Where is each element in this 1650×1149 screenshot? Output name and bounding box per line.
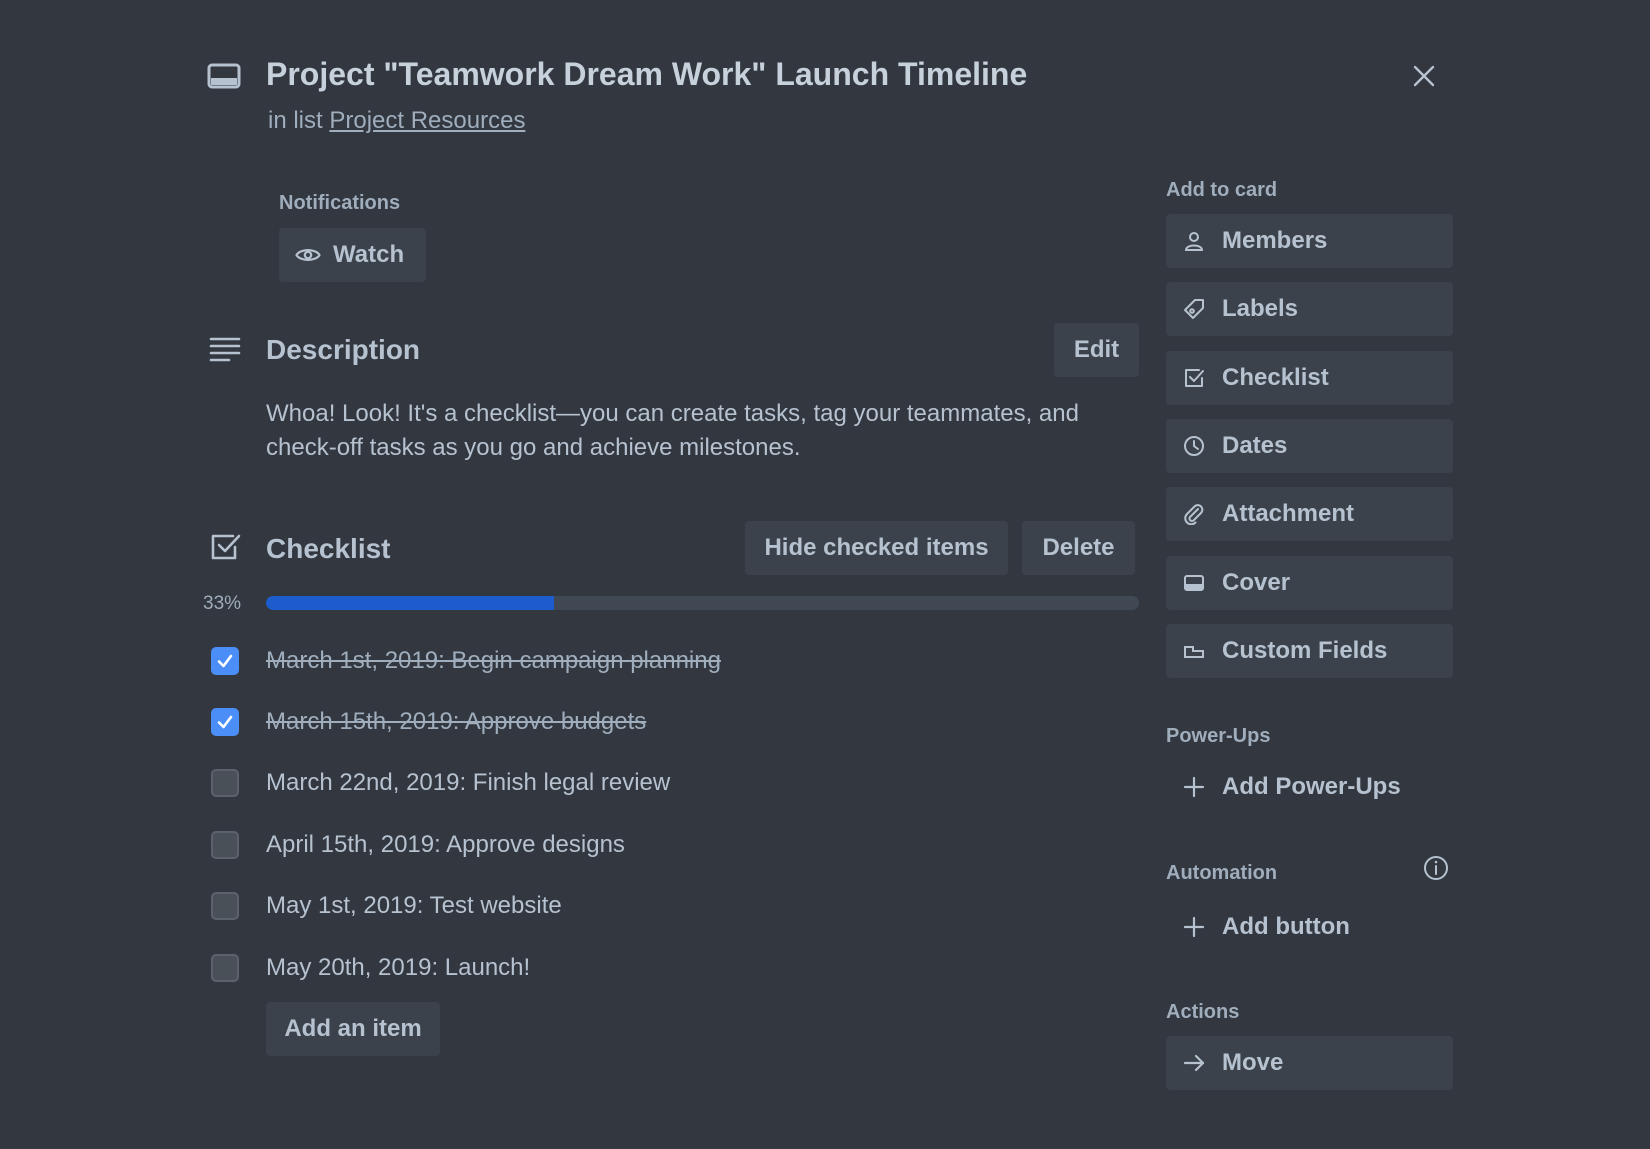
arrow-right-icon bbox=[1182, 1051, 1206, 1075]
checklist-item[interactable]: May 1st, 2019: Test website bbox=[211, 876, 1141, 937]
add-to-card-dates-button[interactable]: Dates bbox=[1166, 418, 1453, 473]
list-breadcrumb: in list Project Resources bbox=[268, 107, 525, 135]
add-to-card-label-text: Checklist bbox=[1222, 363, 1329, 391]
add-to-card-cover-button[interactable]: Cover bbox=[1166, 555, 1453, 610]
description-icon bbox=[209, 336, 243, 368]
description-text[interactable]: Whoa! Look! It's a checklist—you can cre… bbox=[266, 397, 1126, 465]
checklist-item-text[interactable]: May 1st, 2019: Test website bbox=[266, 892, 562, 920]
person-icon bbox=[1182, 229, 1206, 253]
close-button[interactable] bbox=[1406, 58, 1442, 94]
paperclip-icon bbox=[1182, 502, 1206, 526]
progress-percentage: 33% bbox=[203, 593, 242, 614]
checkbox[interactable] bbox=[211, 830, 239, 859]
checklist-item[interactable]: April 15th, 2019: Approve designs bbox=[211, 814, 1141, 875]
checkbox[interactable] bbox=[211, 892, 239, 921]
add-to-card-label-text: Attachment bbox=[1222, 500, 1355, 528]
plus-icon bbox=[1182, 915, 1206, 939]
checkbox[interactable] bbox=[211, 708, 239, 737]
add-power-ups-button[interactable]: Add Power-Ups bbox=[1166, 760, 1453, 814]
custom-field-icon bbox=[1182, 639, 1206, 663]
hide-checked-items-button[interactable]: Hide checked items bbox=[745, 521, 1008, 575]
add-button-label: Add button bbox=[1222, 913, 1350, 940]
add-item-button[interactable]: Add an item bbox=[266, 1002, 440, 1056]
close-icon bbox=[1413, 65, 1435, 87]
in-list-prefix: in list bbox=[268, 107, 323, 134]
checkbox[interactable] bbox=[211, 646, 239, 675]
checklist-items: March 1st, 2019: Begin campaign planning… bbox=[211, 630, 1141, 998]
automation-label: Automation bbox=[1166, 862, 1278, 884]
add-to-card-custom-fields-button[interactable]: Custom Fields bbox=[1166, 623, 1453, 678]
edit-description-button[interactable]: Edit bbox=[1054, 323, 1139, 377]
info-icon[interactable] bbox=[1421, 853, 1451, 883]
add-to-card-checklist-button[interactable]: Checklist bbox=[1166, 350, 1453, 405]
checklist-item[interactable]: March 15th, 2019: Approve budgets bbox=[211, 691, 1141, 752]
checklist-item[interactable]: March 1st, 2019: Begin campaign planning bbox=[211, 630, 1141, 691]
add-to-card-label-text: Cover bbox=[1222, 568, 1291, 596]
add-to-card-label-text: Members bbox=[1222, 227, 1328, 254]
watch-button[interactable]: Watch bbox=[279, 228, 426, 282]
power-ups-label: Power-Ups bbox=[1166, 725, 1271, 747]
checklist-item-text[interactable]: March 22nd, 2019: Finish legal review bbox=[266, 769, 670, 797]
add-to-card-label-text: Labels bbox=[1222, 295, 1299, 323]
watch-label: Watch bbox=[333, 241, 405, 268]
list-link[interactable]: Project Resources bbox=[329, 107, 525, 134]
checkbox-icon bbox=[1182, 366, 1206, 390]
checklist-item[interactable]: March 22nd, 2019: Finish legal review bbox=[211, 753, 1141, 814]
add-to-card-attachment-button[interactable]: Attachment bbox=[1166, 487, 1453, 542]
card-title[interactable]: Project "Teamwork Dream Work" Launch Tim… bbox=[266, 56, 1027, 93]
progress-fill bbox=[266, 596, 555, 610]
checkbox[interactable] bbox=[211, 953, 239, 982]
delete-checklist-button[interactable]: Delete bbox=[1022, 521, 1135, 575]
checklist-item-text[interactable]: April 15th, 2019: Approve designs bbox=[266, 831, 625, 859]
checklist-icon bbox=[209, 532, 243, 564]
card-detail-modal: Project "Teamwork Dream Work" Launch Tim… bbox=[0, 0, 1650, 1149]
checklist-item-text[interactable]: March 1st, 2019: Begin campaign planning bbox=[266, 647, 721, 675]
add-power-ups-label: Add Power-Ups bbox=[1222, 773, 1401, 800]
progress-bar bbox=[266, 596, 1139, 610]
add-automation-button[interactable]: Add button bbox=[1166, 900, 1453, 954]
cover-icon bbox=[1182, 571, 1206, 595]
checkbox[interactable] bbox=[211, 769, 239, 798]
plus-icon bbox=[1182, 775, 1206, 799]
description-title: Description bbox=[266, 334, 421, 365]
tag-icon bbox=[1182, 297, 1206, 321]
add-to-card-label-text: Custom Fields bbox=[1222, 636, 1388, 664]
checklist-title: Checklist bbox=[266, 533, 391, 564]
add-to-card-label-text: Dates bbox=[1222, 431, 1288, 459]
card-icon bbox=[207, 62, 241, 92]
clock-icon bbox=[1182, 434, 1206, 458]
move-label: Move bbox=[1222, 1049, 1284, 1076]
add-to-card-labels-button[interactable]: Labels bbox=[1166, 282, 1453, 337]
checklist-item-text[interactable]: May 20th, 2019: Launch! bbox=[266, 954, 530, 982]
notifications-label: Notifications bbox=[279, 192, 401, 214]
actions-label: Actions bbox=[1166, 1001, 1240, 1023]
move-button[interactable]: Move bbox=[1166, 1036, 1453, 1090]
add-to-card-members-button[interactable]: Members bbox=[1166, 214, 1453, 268]
checklist-item-text[interactable]: March 15th, 2019: Approve budgets bbox=[266, 708, 646, 736]
add-to-card-label: Add to card bbox=[1166, 179, 1278, 201]
eye-icon bbox=[295, 249, 321, 261]
checklist-item[interactable]: May 20th, 2019: Launch! bbox=[211, 937, 1141, 998]
